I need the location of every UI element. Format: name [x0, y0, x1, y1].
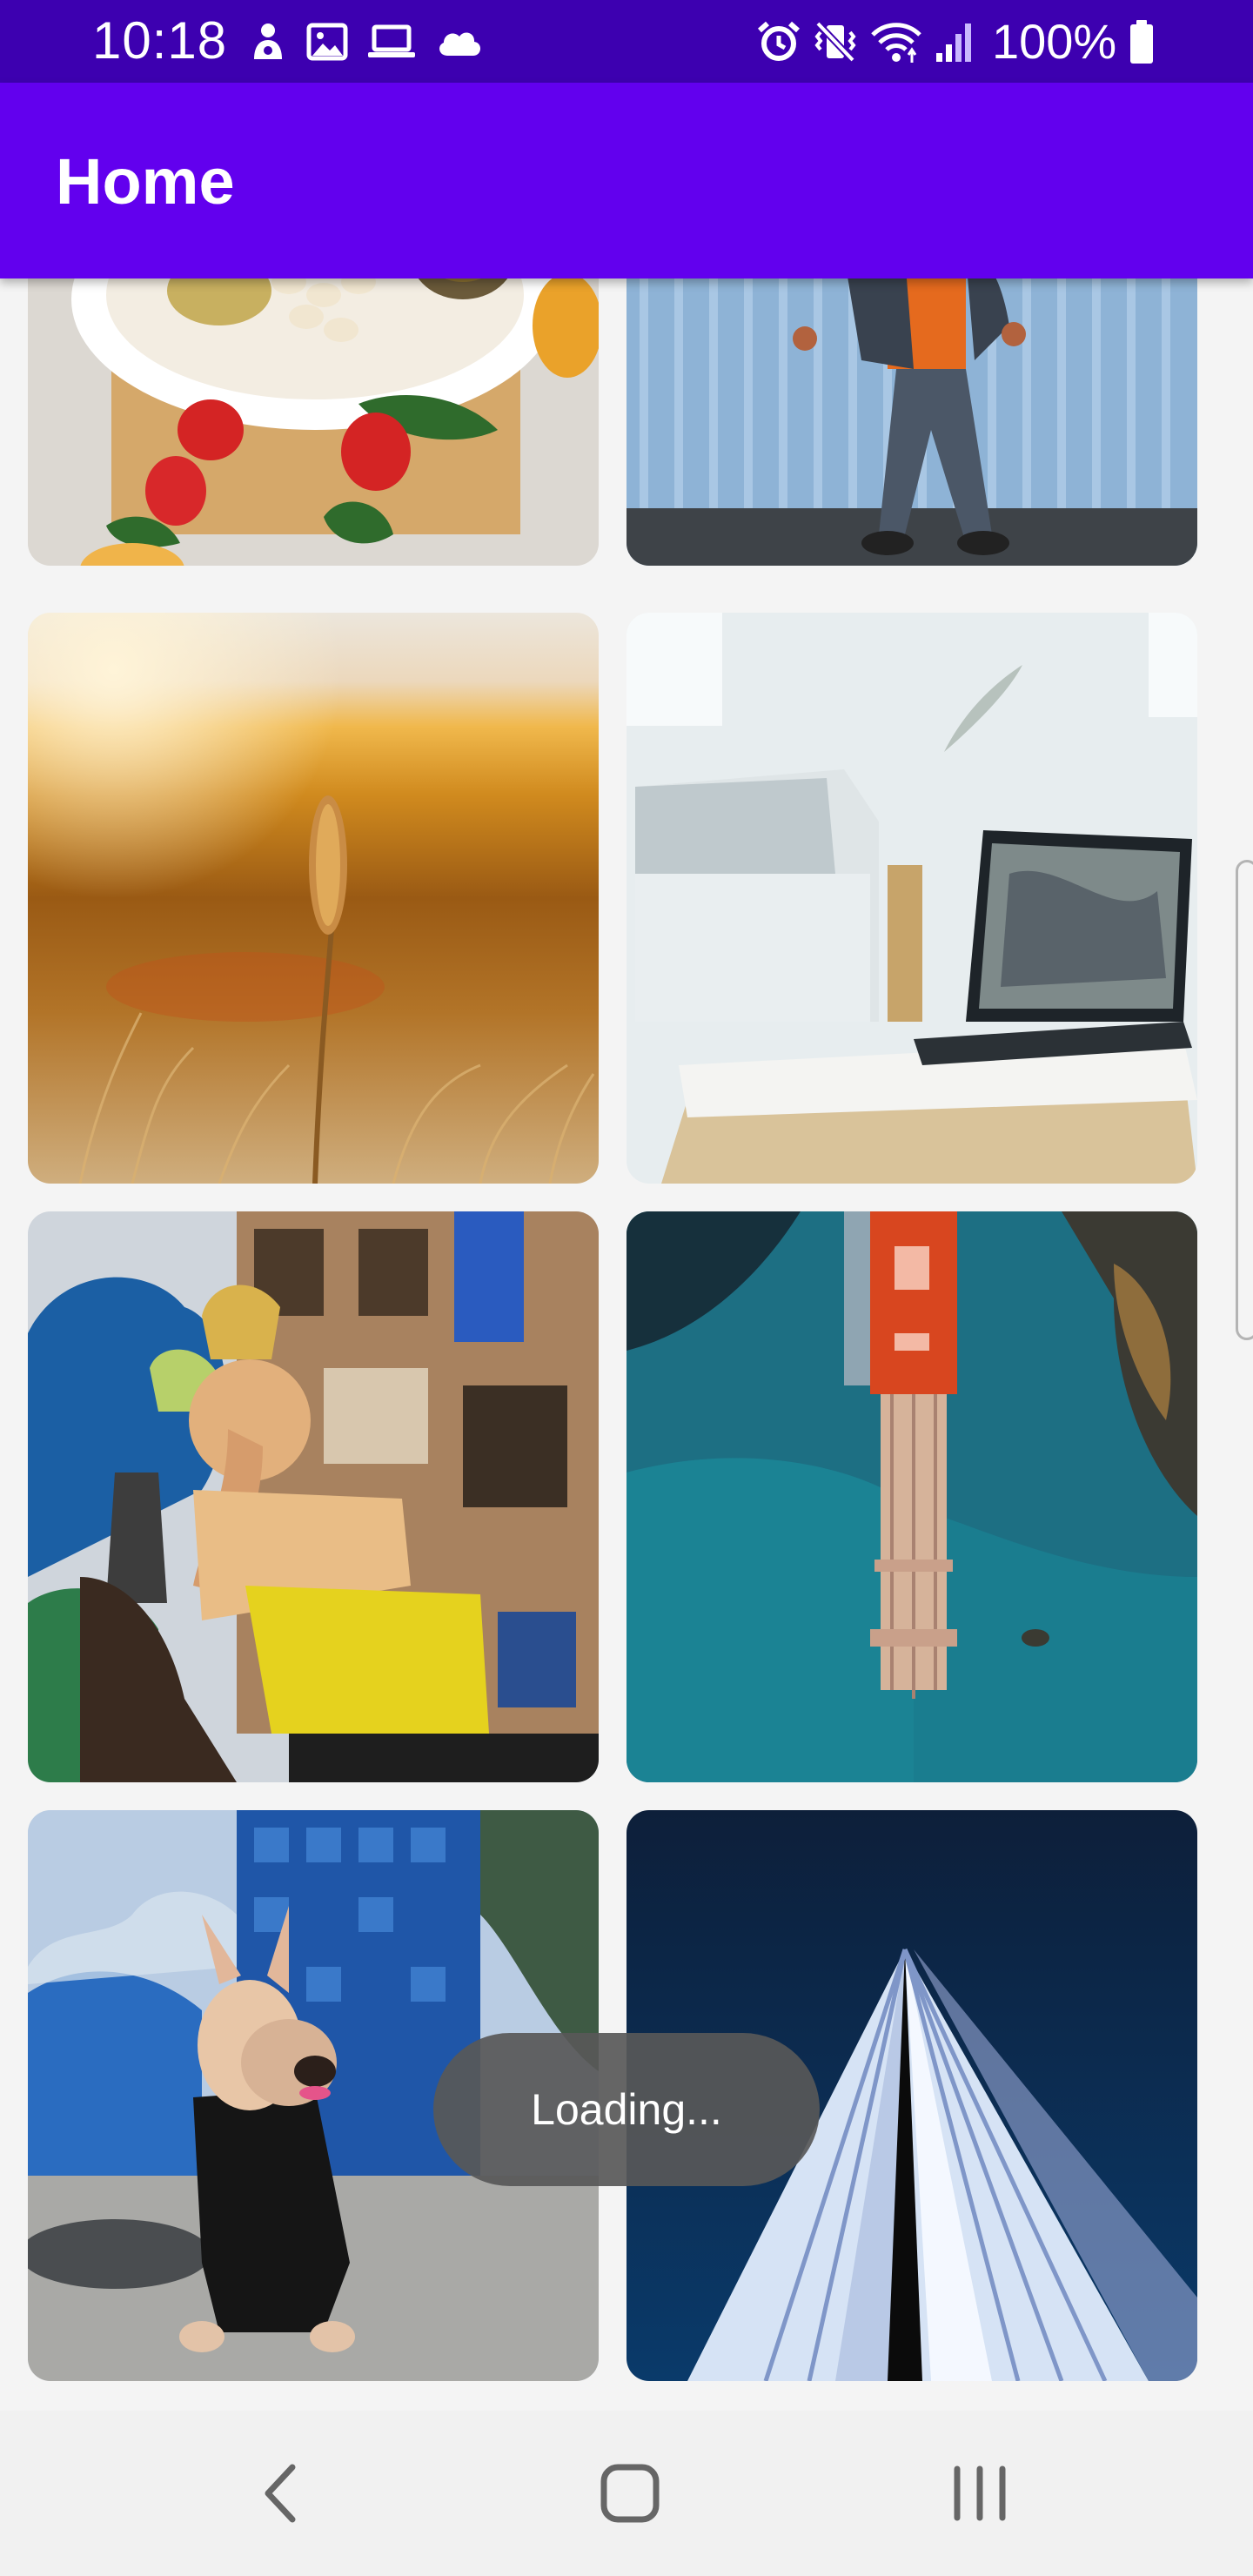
alarm-icon	[758, 21, 800, 61]
signal-icon	[936, 23, 971, 62]
fast-scroll-handle[interactable]	[1236, 860, 1253, 1340]
back-button[interactable]	[193, 2411, 367, 2576]
ganesha-festival-photo	[28, 1211, 599, 1782]
photo-tile[interactable]	[28, 613, 599, 1184]
cloud-icon	[439, 32, 481, 56]
vibrate-mute-icon	[814, 21, 856, 63]
recent-apps-icon	[954, 2465, 1006, 2521]
laptop-living-room-photo	[626, 613, 1197, 1184]
back-icon	[265, 2464, 296, 2523]
app-bar: Home	[0, 83, 1253, 278]
page-title: Home	[56, 145, 235, 218]
person-walking-photo	[626, 278, 1197, 566]
photo-tile[interactable]	[626, 613, 1197, 1184]
photo-tile[interactable]	[28, 1211, 599, 1782]
battery-percent: 100%	[992, 14, 1117, 69]
food-photo	[28, 278, 599, 566]
loading-toast: Loading...	[433, 2033, 820, 2186]
sunset-field-photo	[28, 613, 599, 1184]
photo-tile[interactable]	[626, 278, 1197, 566]
recent-apps-button[interactable]	[893, 2411, 1067, 2576]
laptop-icon	[368, 24, 415, 57]
notification-person-icon	[254, 23, 282, 59]
navigation-bar	[0, 2411, 1253, 2576]
status-left-icons	[249, 19, 503, 64]
aerial-ocean-pier-photo	[626, 1211, 1197, 1782]
home-icon	[600, 2464, 660, 2523]
status-bar: 10:18 100%	[0, 0, 1253, 83]
photo-tile[interactable]	[28, 278, 599, 566]
photo-tile[interactable]	[626, 1211, 1197, 1782]
gallery-icon	[306, 23, 348, 61]
status-right-icons: 100%	[757, 16, 1155, 68]
wifi-icon	[871, 23, 921, 63]
battery-icon	[1130, 20, 1154, 64]
home-button[interactable]	[543, 2411, 717, 2576]
status-time: 10:18	[92, 11, 228, 70]
